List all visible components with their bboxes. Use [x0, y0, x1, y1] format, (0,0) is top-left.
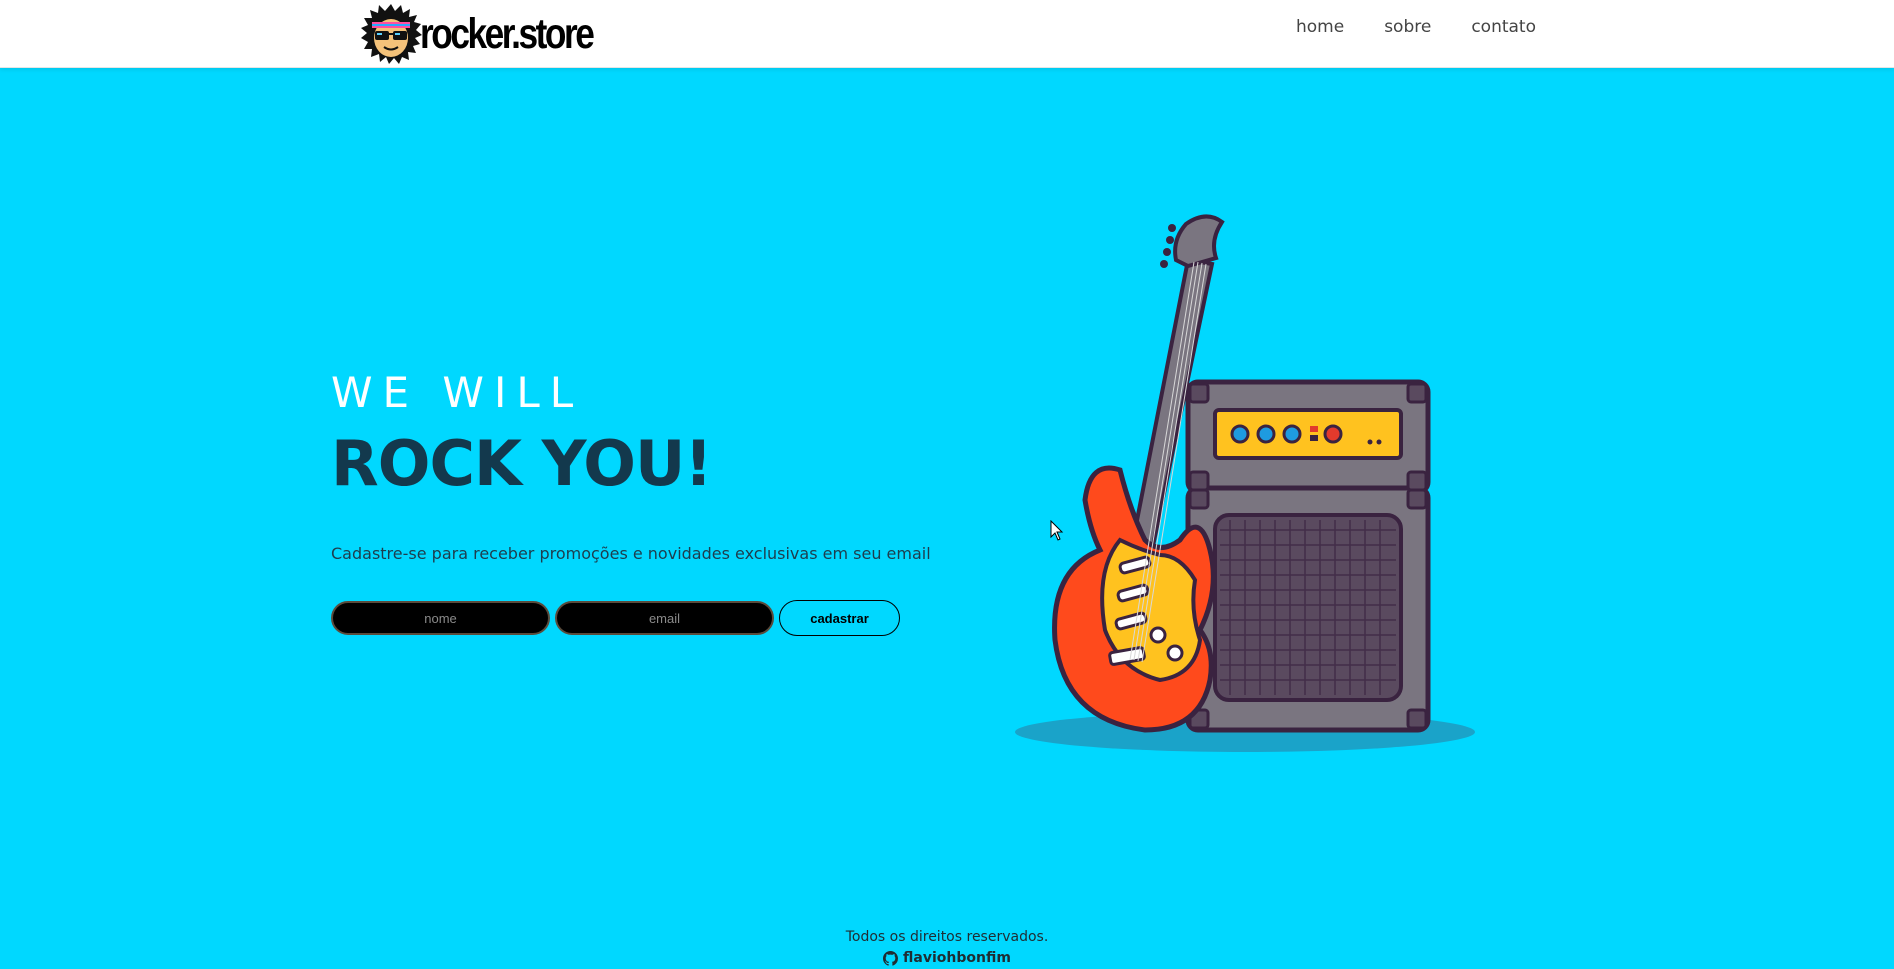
submit-button[interactable]: cadastrar [779, 600, 900, 636]
rocker-mascot-icon [361, 4, 422, 64]
hero-section: WE WILL ROCK YOU! Cadastre-se para receb… [331, 366, 951, 636]
email-input[interactable] [555, 601, 774, 635]
brand-name: rocker.store [420, 10, 595, 58]
github-icon [883, 950, 899, 966]
footer-author: flaviohbonfim [903, 950, 1011, 966]
newsletter-form: cadastrar [331, 600, 951, 636]
mouse-cursor-icon [1050, 520, 1064, 541]
guitar-and-amplifier-illustration [1015, 214, 1475, 752]
hero-subtitle: Cadastre-se para receber promoções e nov… [331, 544, 931, 563]
name-input[interactable] [331, 601, 550, 635]
footer-rights: Todos os direitos reservados. [845, 929, 1049, 945]
nav-contato[interactable]: contato [1471, 14, 1536, 40]
github-author-link[interactable]: flaviohbonfim [883, 948, 1011, 968]
brand-link[interactable]: rocker.store [358, 2, 630, 66]
page-footer: Todos os direitos reservados. flaviohbon… [0, 926, 1894, 969]
hero-title-main: ROCK YOU! [331, 427, 713, 500]
nav-sobre[interactable]: sobre [1384, 14, 1431, 40]
main-nav: home sobre contato [1296, 14, 1536, 40]
nav-home[interactable]: home [1296, 14, 1344, 40]
top-navbar: rocker.store home sobre contato [0, 0, 1894, 68]
hero-title-top: WE WILL [331, 368, 584, 417]
